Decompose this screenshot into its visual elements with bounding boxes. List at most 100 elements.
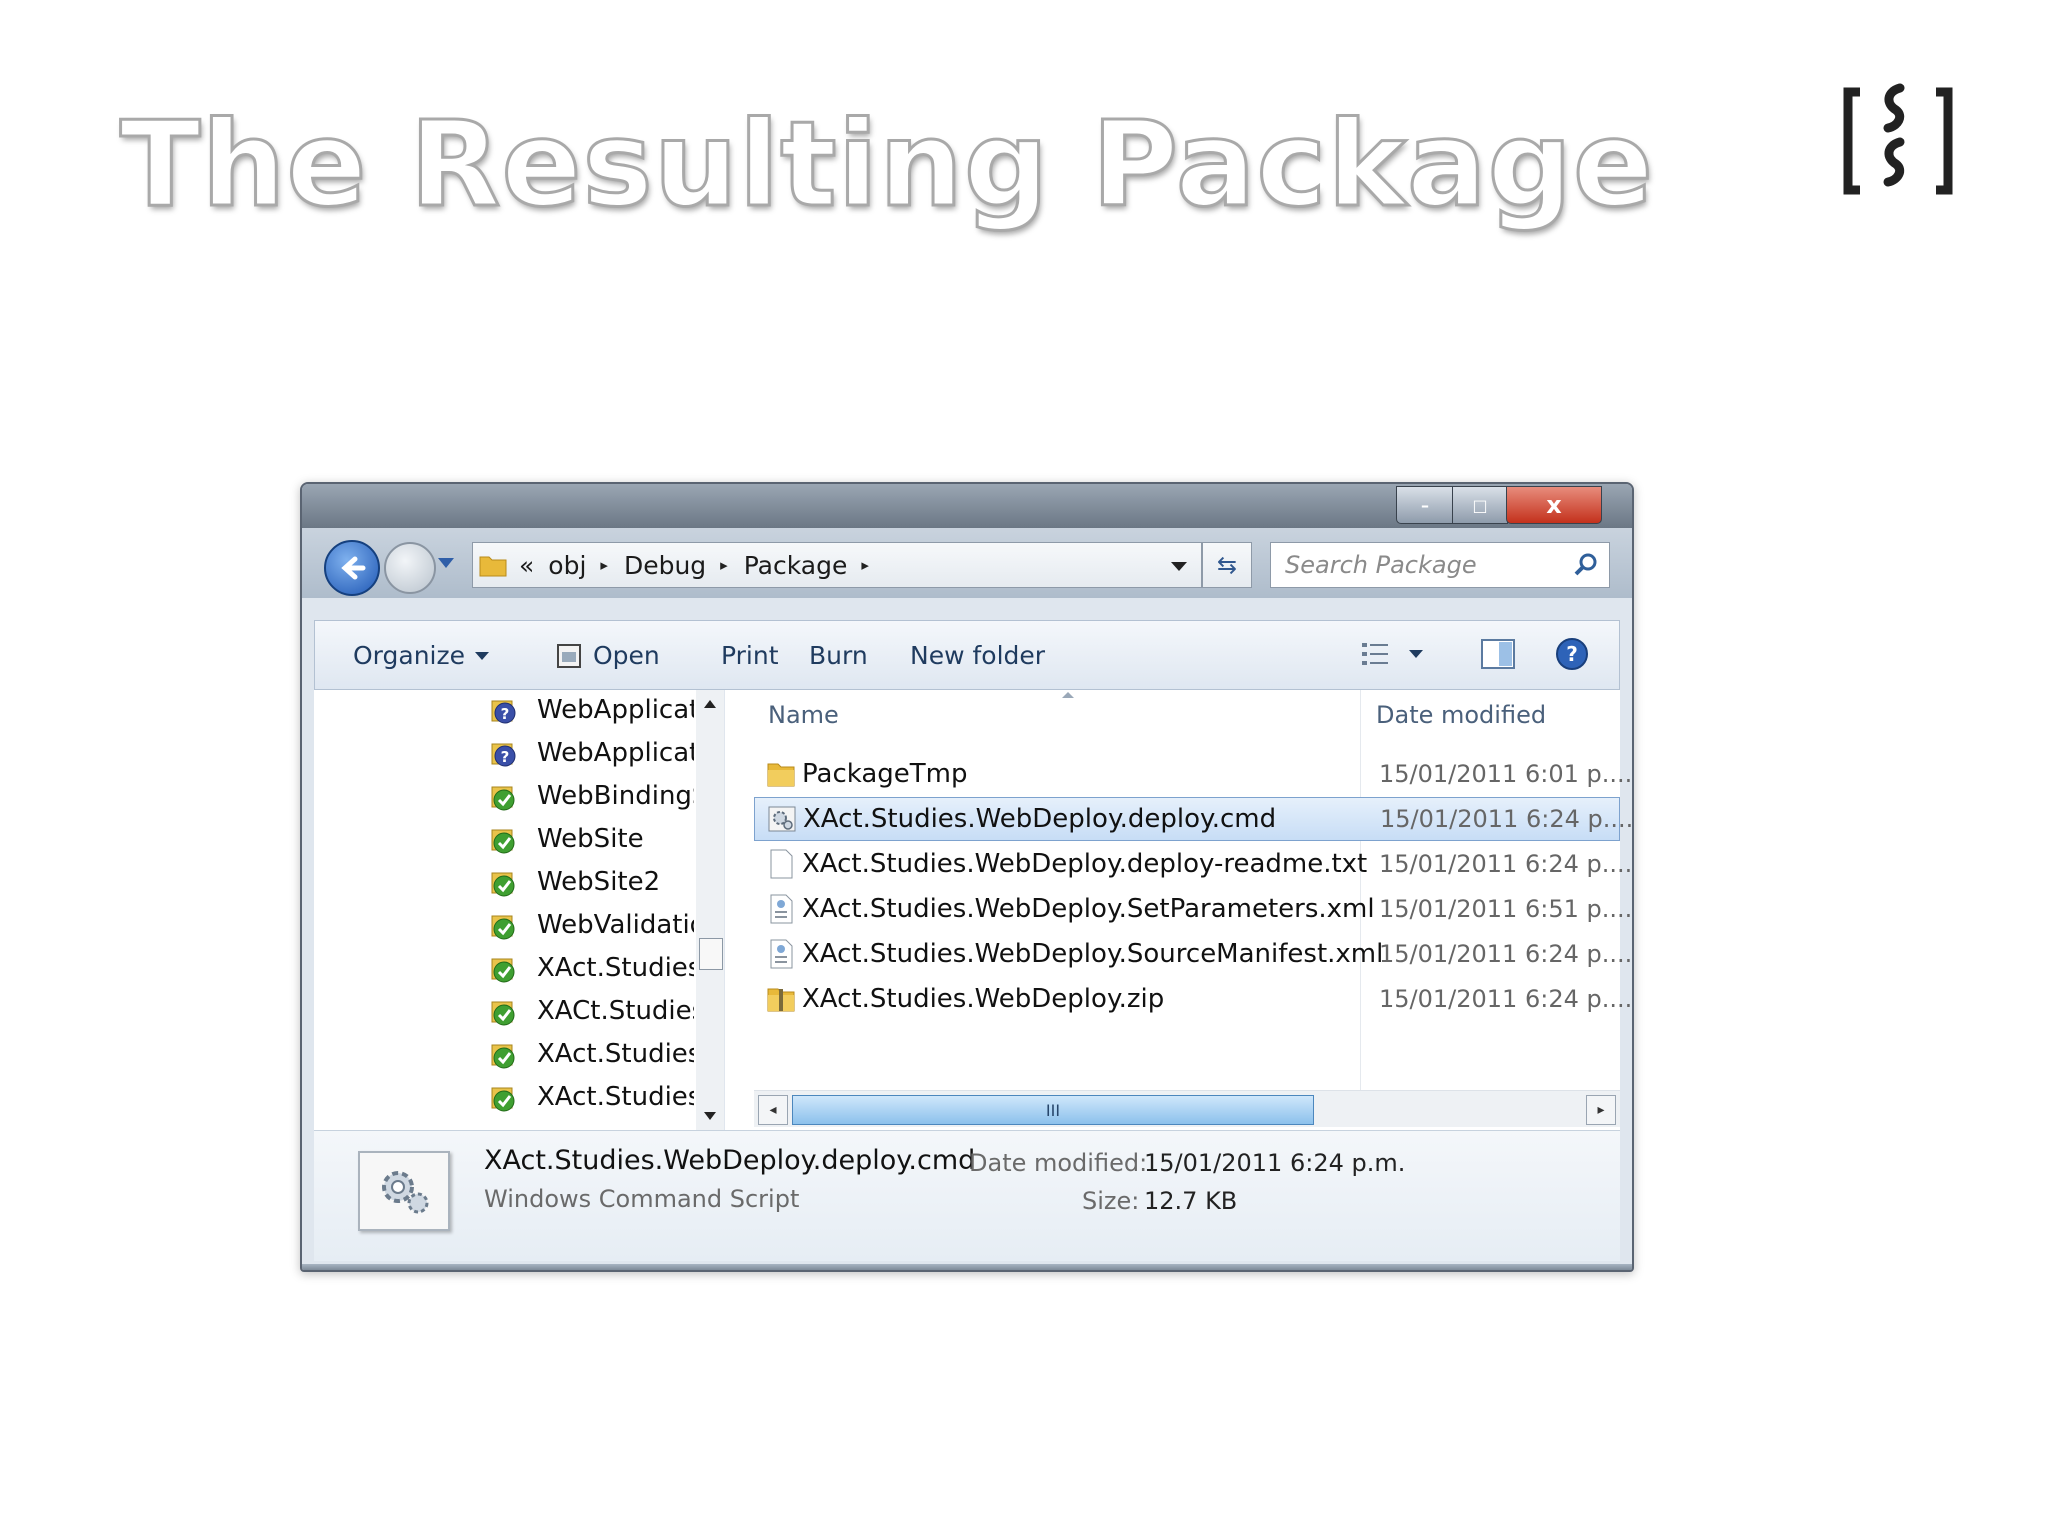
maximize-button[interactable]: □ (1452, 486, 1508, 524)
file-date-modified: 15/01/2011 6:51 p.... (1379, 895, 1633, 923)
search-icon[interactable] (1573, 552, 1599, 578)
nav-item[interactable]: XAct.Studies.JQ (489, 1034, 694, 1074)
project-check-icon (489, 824, 519, 854)
nav-item[interactable]: XAct.Studies.Lo (489, 1077, 694, 1117)
change-view-button[interactable] (1361, 641, 1423, 667)
close-button[interactable]: x (1506, 486, 1602, 524)
horizontal-scrollbar[interactable]: ◂ III ▸ (754, 1090, 1620, 1127)
navigation-pane[interactable]: ? WebApplication? WebApplication WebBinding… (314, 690, 725, 1130)
xml-file-icon (766, 938, 796, 970)
print-button[interactable]: Print (721, 641, 779, 670)
project-check-icon (489, 867, 519, 897)
svg-text:?: ? (1566, 642, 1578, 666)
details-file-type: Windows Command Script (484, 1185, 800, 1213)
breadcrumb-separator-icon[interactable]: ▸ (600, 556, 608, 574)
file-row[interactable]: PackageTmp 15/01/2011 6:01 p.... (754, 752, 1632, 796)
slide-title: The Resulting Package (118, 95, 1655, 233)
preview-pane-button[interactable] (1481, 639, 1515, 669)
folder-icon (479, 556, 507, 577)
file-date-modified: 15/01/2011 6:24 p.... (1379, 985, 1633, 1013)
refresh-button[interactable]: ⇆ (1202, 542, 1252, 588)
project-check-icon (489, 781, 519, 811)
nav-pane-scrollbar[interactable] (696, 690, 724, 1130)
burn-button[interactable]: Burn (809, 641, 868, 670)
file-row[interactable]: XAct.Studies.WebDeploy.zip 15/01/2011 6:2… (754, 977, 1632, 1021)
scroll-thumb[interactable] (699, 938, 723, 970)
details-size-value: 12.7 KB (1144, 1187, 1238, 1215)
nav-item[interactable]: XACt.Studies.C (489, 991, 694, 1031)
project-check-icon (489, 953, 519, 983)
chevron-down-icon (475, 651, 489, 660)
breadcrumb-obj[interactable]: obj (548, 551, 586, 580)
file-name: PackageTmp (802, 759, 968, 789)
zip-folder-icon (766, 983, 796, 1015)
nav-item[interactable]: WebSite2 (489, 862, 694, 902)
nav-item-label: WebApplication (537, 695, 694, 725)
new-folder-button[interactable]: New folder (910, 641, 1045, 670)
cmd-script-icon (767, 803, 797, 835)
file-row[interactable]: XAct.Studies.WebDeploy.deploy.cmd 15/01/2… (754, 797, 1632, 841)
address-dropdown-icon[interactable] (1171, 562, 1187, 571)
details-file-name: XAct.Studies.WebDeploy.deploy.cmd (484, 1145, 976, 1176)
scroll-grip: III (1045, 1100, 1061, 1120)
title-bar[interactable]: – □ x (302, 484, 1632, 528)
scroll-left-icon[interactable]: ◂ (758, 1095, 788, 1125)
open-button[interactable]: Open (555, 641, 660, 670)
details-date-value: 15/01/2011 6:24 p.m. (1144, 1149, 1406, 1177)
back-button[interactable] (324, 540, 380, 596)
nav-item[interactable]: WebBindingStu (489, 776, 694, 816)
brand-logo-icon (1843, 83, 1953, 195)
column-header-date[interactable]: Date modified (1376, 690, 1546, 740)
scroll-up-icon[interactable] (704, 700, 716, 708)
details-date-label: Date modified: (969, 1149, 1148, 1177)
project-check-icon (489, 910, 519, 940)
scroll-down-icon[interactable] (704, 1112, 716, 1120)
nav-item[interactable]: ? WebApplication (489, 733, 694, 773)
project-check-icon (489, 996, 519, 1026)
svg-text:?: ? (501, 705, 510, 723)
nav-item[interactable]: XAct.Studies.Bl (489, 948, 694, 988)
help-button[interactable]: ? (1555, 637, 1589, 671)
chevron-down-icon (1409, 650, 1423, 658)
file-row[interactable]: XAct.Studies.WebDeploy.SourceManifest.xm… (754, 932, 1632, 976)
scroll-thumb[interactable]: III (792, 1095, 1314, 1125)
file-row[interactable]: XAct.Studies.WebDeploy.SetParameters.xml… (754, 887, 1632, 931)
refresh-icon: ⇆ (1216, 551, 1238, 579)
details-size-label: Size: (1082, 1187, 1140, 1215)
project-check-icon (489, 1039, 519, 1069)
nav-item-label: WebSite2 (537, 867, 661, 897)
nav-item-label: WebValidationT (537, 910, 694, 940)
view-list-icon (1362, 643, 1388, 665)
file-name: XAct.Studies.WebDeploy.deploy-readme.txt (802, 849, 1368, 879)
file-row[interactable]: XAct.Studies.WebDeploy.deploy-readme.txt… (754, 842, 1632, 886)
nav-item[interactable]: WebValidationT (489, 905, 694, 945)
nav-item[interactable]: WebSite (489, 819, 694, 859)
nav-item-label: XACt.Studies.C (537, 996, 694, 1026)
nav-item[interactable]: ? WebApplication (489, 690, 694, 730)
address-bar[interactable]: « obj ▸ Debug ▸ Package ▸ (472, 542, 1202, 588)
breadcrumb-separator-icon[interactable]: ▸ (861, 556, 869, 574)
command-bar: Organize Open Print Burn New folder ? (314, 620, 1620, 690)
organize-button[interactable]: Organize (353, 641, 489, 670)
breadcrumb-overflow[interactable]: « (519, 551, 534, 580)
xml-file-icon (766, 893, 796, 925)
file-date-modified: 15/01/2011 6:01 p.... (1379, 760, 1633, 788)
open-icon (557, 643, 581, 668)
search-input[interactable]: Search Package (1270, 542, 1610, 588)
project-check-icon (489, 1082, 519, 1112)
project-question-icon: ? (489, 695, 519, 725)
column-header-name[interactable]: Name (768, 690, 1358, 740)
explorer-window: – □ x « obj ▸ Debug ▸ Package ▸ ⇆ Search… (300, 482, 1634, 1272)
minimize-button[interactable]: – (1396, 486, 1454, 524)
breadcrumb-separator-icon[interactable]: ▸ (720, 556, 728, 574)
file-name: XAct.Studies.WebDeploy.deploy.cmd (803, 804, 1277, 834)
file-list: Name Date modified PackageTmp 15/01/2011 … (754, 690, 1632, 1130)
breadcrumb-package[interactable]: Package (744, 551, 848, 580)
scroll-right-icon[interactable]: ▸ (1586, 1095, 1616, 1125)
navigation-bar: « obj ▸ Debug ▸ Package ▸ ⇆ Search Packa… (302, 528, 1632, 598)
breadcrumb-debug[interactable]: Debug (624, 551, 706, 580)
recent-pages-dropdown-icon[interactable] (438, 558, 454, 568)
nav-item-label: WebSite (537, 824, 644, 854)
forward-button[interactable] (384, 542, 436, 594)
text-file-icon (766, 848, 796, 880)
